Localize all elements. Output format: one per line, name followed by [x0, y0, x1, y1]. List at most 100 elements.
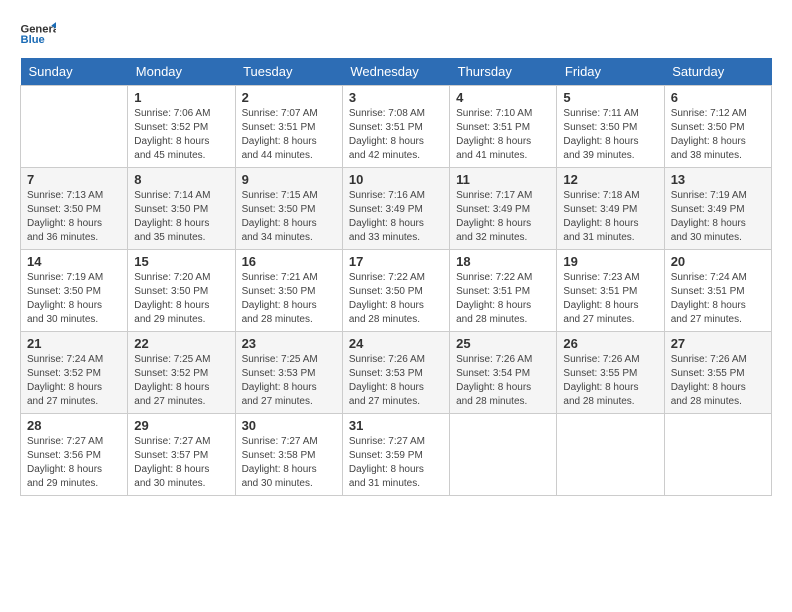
weekday-header: Tuesday: [235, 58, 342, 86]
calendar-cell: 11 Sunrise: 7:17 AMSunset: 3:49 PMDayligh…: [450, 168, 557, 250]
day-number: 26: [563, 336, 657, 351]
day-info: Sunrise: 7:22 AMSunset: 3:50 PMDaylight:…: [349, 271, 443, 327]
day-info: Sunrise: 7:26 AMSunset: 3:55 PMDaylight:…: [671, 353, 765, 409]
day-info: Sunrise: 7:22 AMSunset: 3:51 PMDaylight:…: [456, 271, 550, 327]
calendar-cell: 19Sunrise: 7:23 AMSunset: 3:51 PMDayligh…: [557, 250, 664, 332]
day-number: 10: [349, 172, 443, 187]
day-number: 9: [242, 172, 336, 187]
day-number: 20: [671, 254, 765, 269]
day-number: 18: [456, 254, 550, 269]
day-info: Sunrise: 7:21 AMSunset: 3:50 PMDaylight:…: [242, 271, 336, 327]
calendar-cell: 30 Sunrise: 7:27 AMSunset: 3:58 PMDayligh…: [235, 414, 342, 496]
calendar-cell: 20 Sunrise: 7:24 AMSunset: 3:51 PMDayligh…: [664, 250, 771, 332]
weekday-header: Thursday: [450, 58, 557, 86]
header: General Blue: [20, 20, 772, 48]
logo: General Blue: [20, 20, 56, 48]
day-number: 17: [349, 254, 443, 269]
day-number: 30: [242, 418, 336, 433]
calendar-week-row: 7 Sunrise: 7:13 AMSunset: 3:50 PMDaylight…: [21, 168, 772, 250]
day-number: 12: [563, 172, 657, 187]
day-number: 3: [349, 90, 443, 105]
calendar-cell: 12 Sunrise: 7:18 AMSunset: 3:49 PMDayligh…: [557, 168, 664, 250]
day-number: 25: [456, 336, 550, 351]
day-info: Sunrise: 7:14 AMSunset: 3:50 PMDaylight:…: [134, 189, 228, 245]
day-number: 1: [134, 90, 228, 105]
day-number: 6: [671, 90, 765, 105]
day-number: 21: [27, 336, 121, 351]
weekday-header: Wednesday: [342, 58, 449, 86]
calendar-cell: 17 Sunrise: 7:22 AMSunset: 3:50 PMDayligh…: [342, 250, 449, 332]
day-number: 5: [563, 90, 657, 105]
day-number: 19: [563, 254, 657, 269]
calendar-cell: 13 Sunrise: 7:19 AMSunset: 3:49 PMDayligh…: [664, 168, 771, 250]
calendar-cell: 31 Sunrise: 7:27 AMSunset: 3:59 PMDayligh…: [342, 414, 449, 496]
calendar-cell: 5 Sunrise: 7:11 AMSunset: 3:50 PMDaylight…: [557, 86, 664, 168]
day-number: 28: [27, 418, 121, 433]
day-info: Sunrise: 7:24 AMSunset: 3:51 PMDaylight:…: [671, 271, 765, 327]
calendar-cell: 6 Sunrise: 7:12 AMSunset: 3:50 PMDaylight…: [664, 86, 771, 168]
calendar-cell: 22Sunrise: 7:25 AMSunset: 3:52 PMDayligh…: [128, 332, 235, 414]
calendar-cell: 24 Sunrise: 7:26 AMSunset: 3:53 PMDayligh…: [342, 332, 449, 414]
day-number: 13: [671, 172, 765, 187]
calendar-cell: [450, 414, 557, 496]
calendar: SundayMondayTuesdayWednesdayThursdayFrid…: [20, 58, 772, 496]
day-number: 14: [27, 254, 121, 269]
calendar-week-row: 28 Sunrise: 7:27 AMSunset: 3:56 PMDayligh…: [21, 414, 772, 496]
weekday-header: Sunday: [21, 58, 128, 86]
day-number: 4: [456, 90, 550, 105]
calendar-cell: [557, 414, 664, 496]
day-info: Sunrise: 7:11 AMSunset: 3:50 PMDaylight:…: [563, 107, 657, 163]
calendar-cell: 14 Sunrise: 7:19 AMSunset: 3:50 PMDayligh…: [21, 250, 128, 332]
calendar-week-row: 1Sunrise: 7:06 AMSunset: 3:52 PMDaylight…: [21, 86, 772, 168]
calendar-cell: 27 Sunrise: 7:26 AMSunset: 3:55 PMDayligh…: [664, 332, 771, 414]
day-info: Sunrise: 7:17 AMSunset: 3:49 PMDaylight:…: [456, 189, 550, 245]
calendar-cell: 25 Sunrise: 7:26 AMSunset: 3:54 PMDayligh…: [450, 332, 557, 414]
calendar-cell: 3 Sunrise: 7:08 AMSunset: 3:51 PMDaylight…: [342, 86, 449, 168]
day-number: 31: [349, 418, 443, 433]
day-number: 23: [242, 336, 336, 351]
day-info: Sunrise: 7:27 AMSunset: 3:57 PMDaylight:…: [134, 435, 228, 491]
day-info: Sunrise: 7:08 AMSunset: 3:51 PMDaylight:…: [349, 107, 443, 163]
calendar-cell: 8Sunrise: 7:14 AMSunset: 3:50 PMDaylight…: [128, 168, 235, 250]
day-info: Sunrise: 7:12 AMSunset: 3:50 PMDaylight:…: [671, 107, 765, 163]
day-number: 16: [242, 254, 336, 269]
calendar-cell: 18 Sunrise: 7:22 AMSunset: 3:51 PMDayligh…: [450, 250, 557, 332]
day-info: Sunrise: 7:07 AMSunset: 3:51 PMDaylight:…: [242, 107, 336, 163]
day-info: Sunrise: 7:26 AMSunset: 3:55 PMDaylight:…: [563, 353, 657, 409]
day-info: Sunrise: 7:27 AMSunset: 3:56 PMDaylight:…: [27, 435, 121, 491]
day-info: Sunrise: 7:16 AMSunset: 3:49 PMDaylight:…: [349, 189, 443, 245]
calendar-cell: 9 Sunrise: 7:15 AMSunset: 3:50 PMDaylight…: [235, 168, 342, 250]
calendar-week-row: 14 Sunrise: 7:19 AMSunset: 3:50 PMDayligh…: [21, 250, 772, 332]
calendar-cell: 10 Sunrise: 7:16 AMSunset: 3:49 PMDayligh…: [342, 168, 449, 250]
calendar-cell: 4 Sunrise: 7:10 AMSunset: 3:51 PMDaylight…: [450, 86, 557, 168]
weekday-header: Saturday: [664, 58, 771, 86]
day-info: Sunrise: 7:27 AMSunset: 3:59 PMDaylight:…: [349, 435, 443, 491]
calendar-cell: 15Sunrise: 7:20 AMSunset: 3:50 PMDayligh…: [128, 250, 235, 332]
weekday-header-row: SundayMondayTuesdayWednesdayThursdayFrid…: [21, 58, 772, 86]
calendar-cell: 28 Sunrise: 7:27 AMSunset: 3:56 PMDayligh…: [21, 414, 128, 496]
day-info: Sunrise: 7:19 AMSunset: 3:49 PMDaylight:…: [671, 189, 765, 245]
day-info: Sunrise: 7:26 AMSunset: 3:53 PMDaylight:…: [349, 353, 443, 409]
day-info: Sunrise: 7:10 AMSunset: 3:51 PMDaylight:…: [456, 107, 550, 163]
weekday-header: Monday: [128, 58, 235, 86]
day-number: 29: [134, 418, 228, 433]
calendar-cell: [21, 86, 128, 168]
calendar-cell: 23 Sunrise: 7:25 AMSunset: 3:53 PMDayligh…: [235, 332, 342, 414]
calendar-cell: 1Sunrise: 7:06 AMSunset: 3:52 PMDaylight…: [128, 86, 235, 168]
svg-text:Blue: Blue: [21, 34, 45, 46]
day-info: Sunrise: 7:26 AMSunset: 3:54 PMDaylight:…: [456, 353, 550, 409]
day-number: 15: [134, 254, 228, 269]
day-number: 24: [349, 336, 443, 351]
calendar-week-row: 21Sunrise: 7:24 AMSunset: 3:52 PMDayligh…: [21, 332, 772, 414]
day-info: Sunrise: 7:19 AMSunset: 3:50 PMDaylight:…: [27, 271, 121, 327]
day-info: Sunrise: 7:13 AMSunset: 3:50 PMDaylight:…: [27, 189, 121, 245]
calendar-cell: 2 Sunrise: 7:07 AMSunset: 3:51 PMDaylight…: [235, 86, 342, 168]
day-number: 7: [27, 172, 121, 187]
day-info: Sunrise: 7:18 AMSunset: 3:49 PMDaylight:…: [563, 189, 657, 245]
day-number: 2: [242, 90, 336, 105]
day-number: 27: [671, 336, 765, 351]
day-info: Sunrise: 7:25 AMSunset: 3:53 PMDaylight:…: [242, 353, 336, 409]
day-number: 11: [456, 172, 550, 187]
day-info: Sunrise: 7:15 AMSunset: 3:50 PMDaylight:…: [242, 189, 336, 245]
day-info: Sunrise: 7:27 AMSunset: 3:58 PMDaylight:…: [242, 435, 336, 491]
